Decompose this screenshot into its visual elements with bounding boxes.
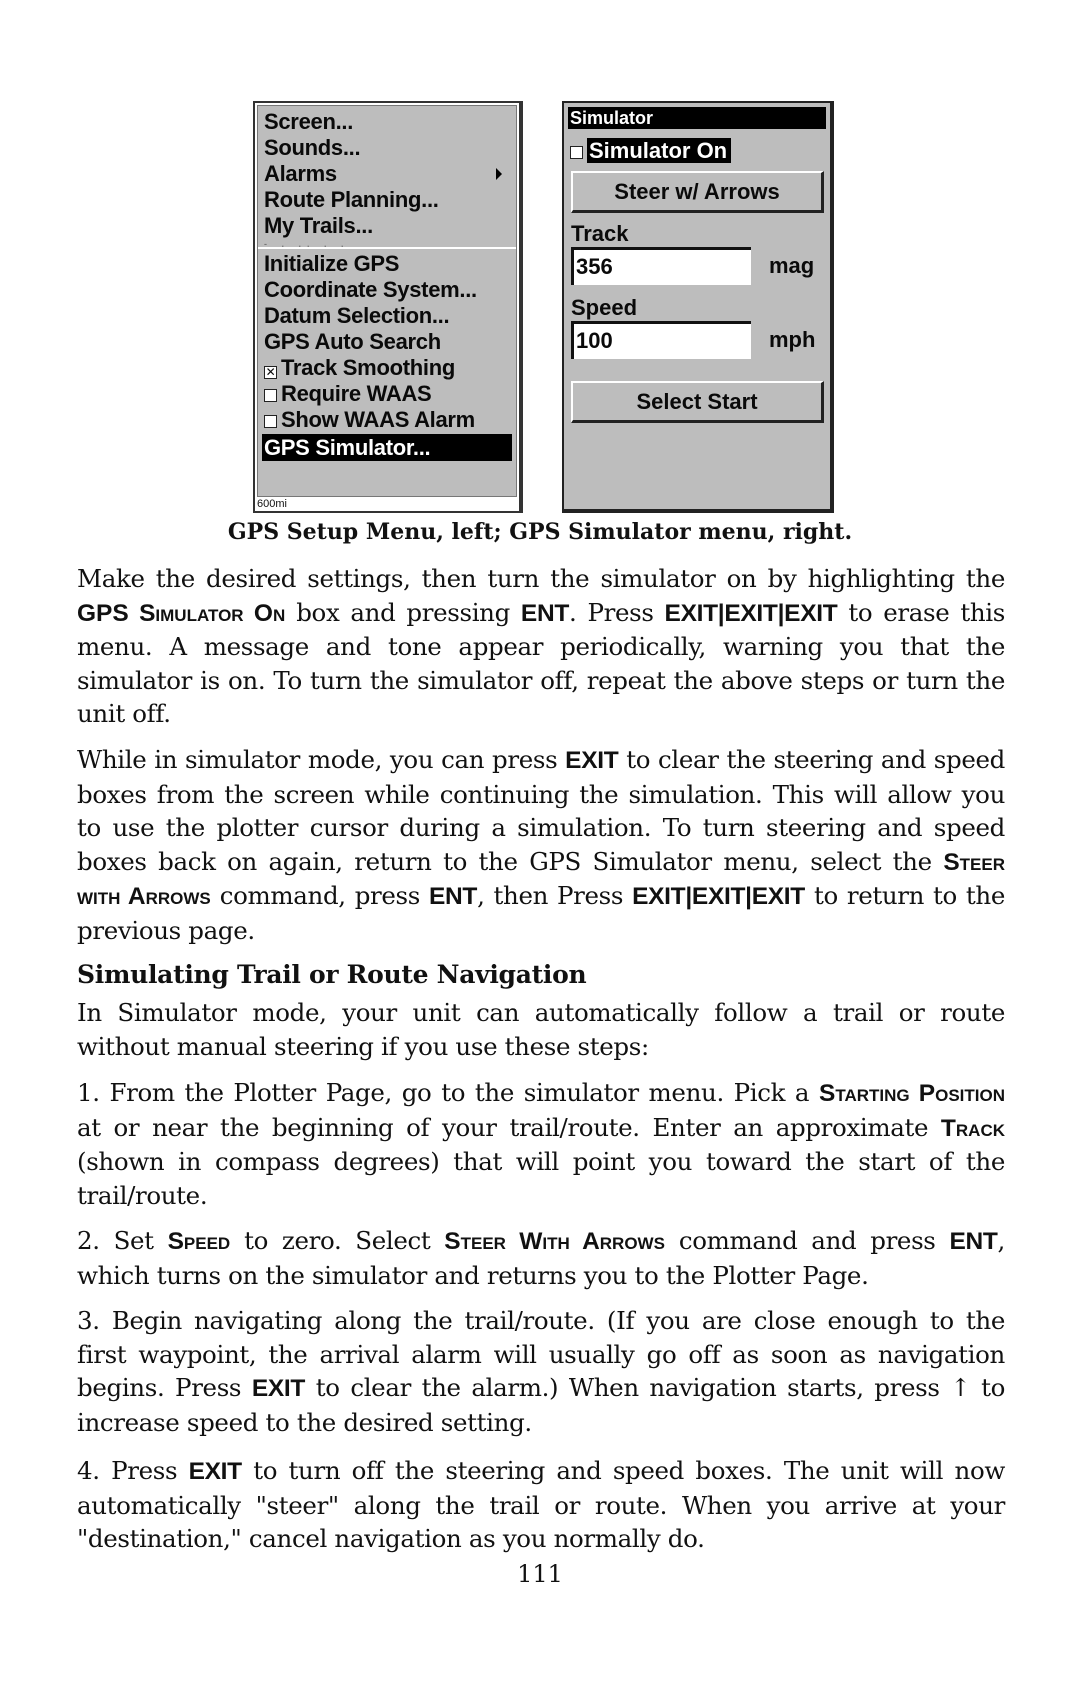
steer-with-arrows-button[interactable]: Steer w/ Arrows	[571, 171, 824, 213]
speed-label: Speed	[571, 295, 638, 320]
command-steer-with-arrows: Steer With Arrows	[444, 1228, 665, 1255]
menu-item-label: GPS Auto Search	[264, 329, 441, 354]
menu-item-label: Alarms	[264, 161, 337, 186]
text: While in simulator mode, you can press	[77, 745, 566, 774]
key-exit: EXIT	[188, 1458, 243, 1485]
menu-item-label: Initialize GPS	[264, 251, 400, 276]
track-input[interactable]: 356	[571, 247, 751, 285]
field-track: Track	[940, 1114, 1005, 1142]
menu-item-label: Show WAAS Alarm	[281, 407, 475, 432]
key-ent: ENT	[949, 1228, 998, 1255]
text: box and pressing	[285, 597, 521, 627]
key-ent: ENT	[520, 599, 570, 627]
field-starting-position: Starting Position	[818, 1080, 1005, 1107]
step-1: 1. From the Plotter Page, go to the simu…	[77, 1076, 1005, 1212]
menu-item-label: Screen...	[264, 109, 354, 134]
text: to clear the alarm.) When navigation sta…	[305, 1373, 951, 1403]
menu-item-show-waas-alarm[interactable]: Show WAAS Alarm	[264, 406, 475, 433]
paragraph-turn-on-simulator: Make the desired settings, then turn the…	[77, 562, 1005, 731]
select-start-button[interactable]: Select Start	[571, 381, 824, 423]
text: 4. Press	[77, 1456, 189, 1485]
page-number: 111	[517, 1560, 563, 1588]
menu-item-label: Datum Selection...	[264, 303, 450, 328]
menu-item-label: GPS Simulator...	[264, 435, 431, 460]
menu-item-initialize-gps[interactable]: Initialize GPS	[264, 250, 399, 277]
track-unit: mag	[769, 253, 815, 278]
unchecked-checkbox-icon[interactable]	[570, 146, 583, 159]
menu-item-coordinate-system[interactable]: Coordinate System...	[264, 276, 477, 303]
menu-item-gps-auto-search[interactable]: GPS Auto Search	[264, 328, 441, 355]
figure-caption: GPS Setup Menu, left; GPS Simulator menu…	[227, 519, 853, 545]
simulator-on-label: Simulator On	[587, 138, 732, 163]
track-label: Track	[571, 221, 629, 246]
key-exit-sequence: EXIT|EXIT|EXIT	[664, 599, 838, 627]
step-4: 4. Press EXIT to turn off the steering a…	[77, 1454, 1005, 1556]
key-gps-simulator-on: GPS Simulator On	[77, 599, 286, 627]
simulator-on-checkbox[interactable]: Simulator On	[570, 137, 732, 165]
text: 2. Set	[77, 1226, 168, 1255]
key-exit: EXIT	[251, 1375, 306, 1403]
text: command and press	[664, 1226, 950, 1255]
menu-item-route-planning[interactable]: Route Planning...	[264, 186, 439, 213]
step-3: 3. Begin navigating along the trail/rout…	[77, 1304, 1005, 1439]
menu-item-label: Route Planning...	[264, 187, 439, 212]
menu-item-alarms[interactable]: Alarms	[264, 160, 516, 187]
speed-input[interactable]: 100	[571, 321, 751, 359]
menu-item-screen[interactable]: Screen...	[264, 108, 353, 135]
setup-menu-body: Screen... Sounds... Alarms Route Plannin…	[257, 105, 517, 497]
menu-item-my-trails[interactable]: My Trails...	[264, 212, 373, 239]
text: (shown in compass degrees) that will poi…	[77, 1147, 1005, 1210]
simulator-title-bar: Simulator	[568, 107, 826, 129]
text: , then Press	[477, 881, 633, 911]
text: command, press	[210, 881, 429, 911]
menu-item-track-smoothing[interactable]: ✕ Track Smoothing	[264, 354, 455, 381]
menu-item-label: Require WAAS	[281, 381, 432, 406]
paragraph-intro: In Simulator mode, your unit can automat…	[77, 998, 1005, 1061]
key-exit: EXIT	[565, 747, 619, 774]
text: to zero. Select	[230, 1226, 445, 1255]
unchecked-checkbox-icon[interactable]	[264, 389, 277, 402]
key-ent: ENT	[428, 883, 478, 911]
section-heading: Simulating Trail or Route Navigation	[77, 960, 587, 989]
gps-simulator-menu-screenshot: Simulator Simulator On Steer w/ Arrows T…	[562, 101, 834, 513]
menu-item-label: My Trails...	[264, 213, 373, 238]
text: Make the desired settings, then turn the…	[77, 564, 1005, 593]
paragraph-simulator-mode: While in simulator mode, you can press E…	[77, 743, 1005, 948]
speed-unit: mph	[769, 327, 816, 352]
submenu-arrow-icon	[496, 168, 502, 180]
menu-item-label: Track Smoothing	[281, 355, 455, 380]
up-arrow-key-icon: ↑	[950, 1373, 971, 1403]
menu-item-label: Sounds...	[264, 135, 361, 160]
menu-item-datum-selection[interactable]: Datum Selection...	[264, 302, 450, 329]
menu-item-require-waas[interactable]: Require WAAS	[264, 380, 432, 407]
scrolled-menu-remnant: - . .. . .	[264, 239, 350, 247]
text: at or near the beginning of your trail/r…	[77, 1112, 941, 1142]
gps-setup-menu-screenshot: Screen... Sounds... Alarms Route Plannin…	[253, 101, 523, 513]
menu-divider	[258, 247, 516, 249]
menu-item-sounds[interactable]: Sounds...	[264, 134, 361, 161]
map-scale-readout: 600mi	[257, 498, 287, 510]
menu-item-gps-simulator-selected[interactable]: GPS Simulator...	[262, 434, 512, 461]
text: . Press	[569, 597, 665, 627]
field-speed: Speed	[167, 1228, 231, 1255]
checked-checkbox-icon[interactable]: ✕	[264, 366, 277, 379]
step-2: 2. Set Speed to zero. Select Steer With …	[77, 1224, 1005, 1292]
text: 1. From the Plotter Page, go to the simu…	[77, 1078, 819, 1107]
key-exit-sequence: EXIT|EXIT|EXIT	[632, 883, 805, 911]
unchecked-checkbox-icon[interactable]	[264, 415, 277, 428]
menu-item-label: Coordinate System...	[264, 277, 477, 302]
